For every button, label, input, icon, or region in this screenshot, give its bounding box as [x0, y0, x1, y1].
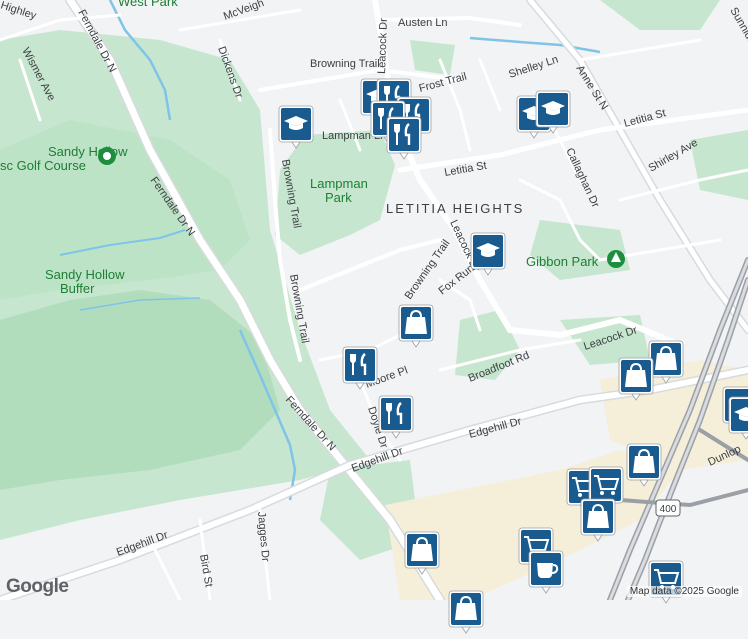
school-icon — [278, 105, 314, 149]
map-marker[interactable] — [386, 116, 422, 160]
svg-text:400: 400 — [660, 504, 677, 515]
coffee-icon — [528, 550, 564, 594]
map-marker[interactable] — [398, 304, 434, 348]
map-marker[interactable] — [528, 550, 564, 594]
school-icon — [728, 396, 748, 440]
green-area-north — [410, 40, 455, 75]
shopping-bag-icon — [626, 443, 662, 487]
map-marker[interactable] — [378, 395, 414, 439]
map-marker[interactable] — [342, 346, 378, 390]
label-golf-line2: sc Golf Course — [0, 158, 86, 173]
label-gibbon-park: Gibbon Park — [526, 254, 599, 269]
label-buffer-line1: Sandy Hollow — [45, 267, 125, 282]
school-icon — [535, 90, 571, 134]
restaurant-icon — [386, 116, 422, 160]
map-marker[interactable] — [278, 105, 314, 149]
label-letitia-heights: LETITIA HEIGHTS — [386, 201, 524, 216]
map-marker[interactable] — [535, 90, 571, 134]
road-label-austen: Austen Ln — [398, 17, 448, 29]
shopping-bag-icon — [398, 304, 434, 348]
park-icon[interactable] — [607, 250, 625, 268]
map-marker[interactable] — [728, 396, 748, 440]
restaurant-icon — [342, 346, 378, 390]
road-label-leacock-north: Leacock Dr — [376, 18, 390, 74]
map-attribution: Map data ©2025 Google — [626, 586, 742, 597]
label-lampman-line1: Lampman — [310, 176, 368, 191]
shopping-cart-icon — [648, 560, 684, 604]
highway-shield: 400 — [655, 499, 681, 517]
shopping-bag-icon — [618, 357, 654, 401]
shopping-bag-icon — [580, 498, 616, 542]
map-marker[interactable] — [580, 498, 616, 542]
label-lampman-line2: Park — [325, 190, 352, 205]
map-marker[interactable] — [618, 357, 654, 401]
google-logo: Google — [6, 576, 69, 597]
road-label-browning-north: Browning Trail — [310, 58, 380, 70]
restaurant-icon — [378, 395, 414, 439]
park-icon[interactable] — [98, 147, 116, 165]
label-golf-line1: Sandy Hollow — [48, 144, 128, 159]
map-marker[interactable] — [470, 232, 506, 276]
map-marker[interactable] — [626, 443, 662, 487]
school-icon — [470, 232, 506, 276]
shopping-bag-icon — [448, 590, 484, 634]
label-west-park: West Park — [118, 0, 178, 9]
shopping-bag-icon — [404, 531, 440, 575]
label-buffer-line2: Buffer — [60, 281, 95, 296]
map-marker[interactable] — [404, 531, 440, 575]
map-marker[interactable] — [448, 590, 484, 634]
map-marker[interactable] — [648, 560, 684, 604]
